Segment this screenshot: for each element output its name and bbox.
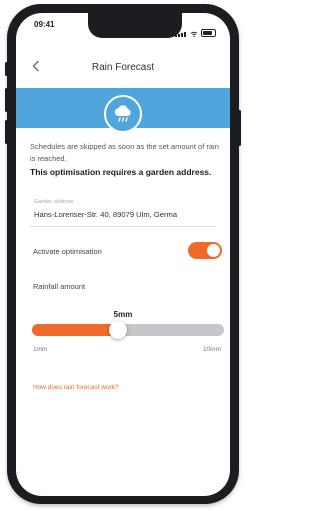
phone-power-button — [238, 110, 241, 146]
phone-side-button — [5, 62, 8, 76]
rainfall-slider-thumb[interactable] — [109, 321, 128, 339]
address-required-notice: This optimisation requires a garden addr… — [30, 167, 212, 177]
rainfall-amount-label: Rainfall amount — [33, 282, 86, 291]
status-icons — [175, 19, 216, 37]
signal-icon — [175, 19, 187, 37]
garden-address-value: Hans-Lorenser-Str. 40, 89079 Ulm, Germa — [34, 210, 178, 219]
rainfall-slider-track[interactable] — [32, 324, 224, 336]
optimisation-toggle[interactable] — [188, 242, 222, 259]
battery-icon — [201, 29, 216, 37]
slider-max-label: 10mm — [202, 346, 221, 353]
rainfall-slider-fill — [32, 324, 119, 336]
phone-volume-down-button — [5, 120, 8, 144]
toggle-knob — [207, 244, 220, 257]
app-screen: 09:41 Rain Forecast Schedules are skippe… — [16, 13, 230, 496]
slider-min-label: 1mm — [33, 346, 48, 353]
wifi-icon — [190, 31, 198, 37]
activate-optimisation-label: Activate optimisation — [33, 247, 102, 256]
garden-address-field[interactable]: Garden address Hans-Lorenser-Str. 40, 89… — [30, 196, 216, 227]
cloud-rain-icon — [114, 105, 131, 122]
description-text: Schedules are skipped as soon as the set… — [30, 142, 219, 163]
phone-volume-up-button — [5, 88, 8, 112]
hero-icon-badge — [104, 95, 142, 133]
garden-address-label: Garden address — [34, 199, 74, 205]
phone-notch — [88, 13, 182, 38]
page-title: Rain Forecast — [91, 62, 155, 73]
rainfall-value: 5mm — [113, 310, 133, 319]
rain-forecast-help-link[interactable]: How does rain forecast work? — [33, 384, 119, 391]
status-time: 09:41 — [34, 20, 55, 29]
